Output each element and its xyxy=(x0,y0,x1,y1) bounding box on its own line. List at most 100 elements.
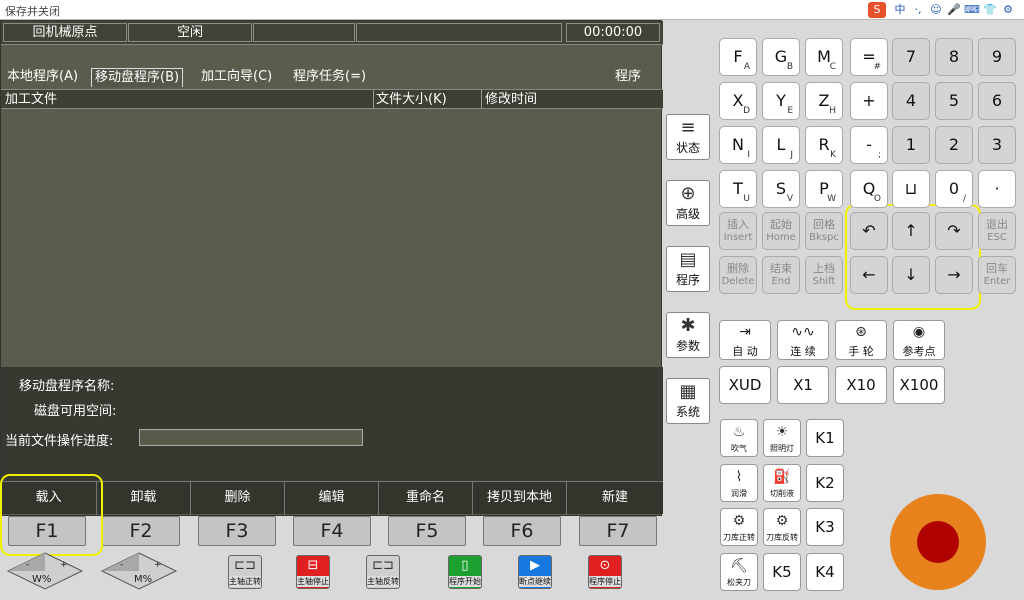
dot-key[interactable]: · xyxy=(978,170,1016,208)
tool-magazine-cw-button[interactable]: ⚙ 刀库正转 xyxy=(720,508,758,546)
ime-keyboard-icon[interactable]: ⌨ xyxy=(964,3,980,17)
work-light-button[interactable]: ☀ 照明灯 xyxy=(763,419,801,457)
f5-key[interactable]: F5 xyxy=(388,516,466,546)
ime-logo-icon[interactable]: S xyxy=(868,2,886,18)
g-key[interactable]: GB xyxy=(762,38,800,76)
side-program-button[interactable]: ▤ 程序 xyxy=(666,246,710,292)
insert-key[interactable]: 插入 Insert xyxy=(719,212,757,250)
breakpoint-resume-button[interactable]: ▶ 断点继续 xyxy=(518,555,552,589)
2-key[interactable]: 2 xyxy=(935,126,973,164)
f3-key[interactable]: F3 xyxy=(198,516,276,546)
spindle-stop-button[interactable]: ⊟ 主轴停止 xyxy=(296,555,330,589)
f2-key[interactable]: F2 xyxy=(102,516,180,546)
equals-key[interactable]: = # xyxy=(850,38,888,76)
column-modified-time[interactable]: 修改时间 xyxy=(485,91,537,108)
r-key[interactable]: RK xyxy=(805,126,843,164)
spindle-override-dial[interactable]: - + xyxy=(100,551,178,591)
m-key[interactable]: MC xyxy=(805,38,843,76)
n-key[interactable]: NI xyxy=(719,126,757,164)
side-system-button[interactable]: ▦ 系统 xyxy=(666,378,710,424)
y-key[interactable]: YE xyxy=(762,82,800,120)
file-list[interactable] xyxy=(1,109,663,367)
arrow-down-key[interactable]: ↓ xyxy=(892,256,930,294)
air-blow-button[interactable]: ♨ 吹气 xyxy=(720,419,758,457)
side-parameter-button[interactable]: ✱ 参数 xyxy=(666,312,710,358)
ime-emoji-icon[interactable]: ☺ xyxy=(928,3,944,17)
l-key[interactable]: LJ xyxy=(762,126,800,164)
coolant-button[interactable]: ⛽ 切削液 xyxy=(763,464,801,502)
shift-key[interactable]: 上档 Shift xyxy=(805,256,843,294)
tab-program-task[interactable]: 程序任务(=) xyxy=(293,68,366,86)
z-key[interactable]: ZH xyxy=(805,82,843,120)
page-down-key[interactable]: ↷ xyxy=(935,212,973,250)
f-key[interactable]: FA xyxy=(719,38,757,76)
tool-magazine-ccw-button[interactable]: ⚙ 刀库反转 xyxy=(763,508,801,546)
k3-button[interactable]: K3 xyxy=(806,508,844,546)
column-file-name[interactable]: 加工文件 xyxy=(5,91,57,108)
increment-x1-button[interactable]: X1 xyxy=(777,366,829,404)
mode-handwheel-button[interactable]: ⊛ 手 轮 xyxy=(835,320,887,360)
plus-key[interactable]: + xyxy=(850,82,888,120)
tab-local-program[interactable]: 本地程序(A) xyxy=(7,68,78,86)
increment-xud-button[interactable]: XUD xyxy=(719,366,771,404)
increment-x100-button[interactable]: X100 xyxy=(893,366,945,404)
tab-machining-wizard[interactable]: 加工向导(C) xyxy=(201,68,272,86)
arrow-right-key[interactable]: → xyxy=(935,256,973,294)
ime-voice-icon[interactable]: 🎤 xyxy=(946,3,962,17)
side-advanced-button[interactable]: ⊕ 高级 xyxy=(666,180,710,226)
f7-key[interactable]: F7 xyxy=(579,516,657,546)
enter-key[interactable]: 回车 Enter xyxy=(978,256,1016,294)
page-up-key[interactable]: ↶ xyxy=(850,212,888,250)
arrow-left-key[interactable]: ← xyxy=(850,256,888,294)
f4-key[interactable]: F4 xyxy=(293,516,371,546)
program-start-button[interactable]: ▯ 程序开始 xyxy=(448,555,482,589)
softkey-edit[interactable]: 编辑 xyxy=(285,482,379,515)
softkey-delete[interactable]: 删除 xyxy=(191,482,285,515)
tab-usb-program[interactable]: 移动盘程序(B) xyxy=(91,68,184,87)
ime-punct-icon[interactable]: ·, xyxy=(910,3,926,17)
increment-x10-button[interactable]: X10 xyxy=(835,366,887,404)
t-key[interactable]: TU xyxy=(719,170,757,208)
ime-settings-icon[interactable]: ⚙ xyxy=(1000,3,1016,17)
k5-button[interactable]: K5 xyxy=(763,553,801,591)
spindle-reverse-button[interactable]: ⊏⊐ 主轴反转 xyxy=(366,555,400,589)
backspace-key[interactable]: 回格 Bkspc xyxy=(805,212,843,250)
0-key[interactable]: 0/ xyxy=(935,170,973,208)
6-key[interactable]: 6 xyxy=(978,82,1016,120)
home-key[interactable]: 起始 Home xyxy=(762,212,800,250)
8-key[interactable]: 8 xyxy=(935,38,973,76)
s-key[interactable]: SV xyxy=(762,170,800,208)
p-key[interactable]: PW xyxy=(805,170,843,208)
ime-skin-icon[interactable]: 👕 xyxy=(982,3,998,17)
q-key[interactable]: QO xyxy=(850,170,888,208)
end-key[interactable]: 结束 End xyxy=(762,256,800,294)
esc-key[interactable]: 退出 ESC xyxy=(978,212,1016,250)
softkey-rename[interactable]: 重命名 xyxy=(379,482,473,515)
k4-button[interactable]: K4 xyxy=(806,553,844,591)
3-key[interactable]: 3 xyxy=(978,126,1016,164)
4-key[interactable]: 4 xyxy=(892,82,930,120)
7-key[interactable]: 7 xyxy=(892,38,930,76)
1-key[interactable]: 1 xyxy=(892,126,930,164)
x-key[interactable]: XD xyxy=(719,82,757,120)
side-status-button[interactable]: ≡ 状态 xyxy=(666,114,710,160)
f6-key[interactable]: F6 xyxy=(483,516,561,546)
spindle-forward-button[interactable]: ⊏⊐ 主轴正转 xyxy=(228,555,262,589)
ime-lang-icon[interactable]: 中 xyxy=(892,3,908,17)
feed-override-dial[interactable]: - + xyxy=(6,551,84,591)
tool-clamp-button[interactable]: ⛏ 松夹刀 xyxy=(720,553,758,591)
lubrication-button[interactable]: ⌇ 润滑 xyxy=(720,464,758,502)
emergency-stop-button[interactable] xyxy=(890,494,986,590)
minus-key[interactable]: -; xyxy=(850,126,888,164)
delete-key[interactable]: 删除 Delete xyxy=(719,256,757,294)
9-key[interactable]: 9 xyxy=(978,38,1016,76)
arrow-up-key[interactable]: ↑ xyxy=(892,212,930,250)
5-key[interactable]: 5 xyxy=(935,82,973,120)
window-title[interactable]: 保存并关闭 xyxy=(5,3,60,19)
k2-button[interactable]: K2 xyxy=(806,464,844,502)
mode-auto-button[interactable]: ⇥ 自 动 xyxy=(719,320,771,360)
program-stop-button[interactable]: ⊙ 程序停止 xyxy=(588,555,622,589)
softkey-copy-local[interactable]: 拷贝到本地 xyxy=(473,482,567,515)
space-key[interactable]: ⊔ xyxy=(892,170,930,208)
k1-button[interactable]: K1 xyxy=(806,419,844,457)
